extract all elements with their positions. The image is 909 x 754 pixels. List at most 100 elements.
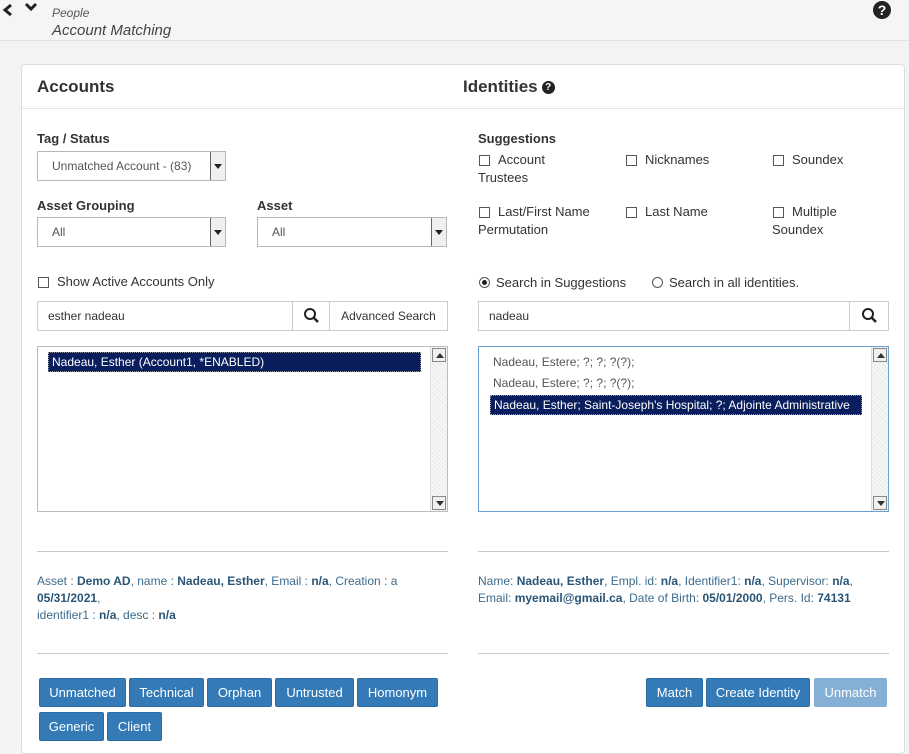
scroll-up-icon[interactable] bbox=[432, 348, 446, 362]
unmatched-button[interactable]: Unmatched bbox=[39, 678, 126, 707]
identities-bottom-divider bbox=[478, 653, 889, 654]
search-in-suggestions-radio[interactable] bbox=[479, 277, 490, 288]
suggestion-label-line: Account bbox=[498, 152, 545, 167]
suggestion-label-line: Multiple bbox=[792, 204, 837, 219]
accounts-scrollbar[interactable] bbox=[430, 347, 447, 511]
identities-heading: Identities? bbox=[463, 77, 555, 97]
detail-value: n/a bbox=[744, 574, 762, 588]
search-all-identities-radio[interactable] bbox=[652, 277, 663, 288]
detail-value: 05/01/2000 bbox=[702, 591, 763, 605]
match-button[interactable]: Match bbox=[646, 678, 703, 707]
identity-details: Name: Nadeau, Esther, Empl. id: n/a, Ide… bbox=[478, 573, 889, 607]
accounts-bottom-divider bbox=[37, 653, 448, 654]
unmatch-button[interactable]: Unmatch bbox=[814, 678, 887, 707]
detail-value: myemail@gmail.ca bbox=[514, 591, 623, 605]
help-icon[interactable]: ? bbox=[873, 1, 891, 19]
suggestion-multiple-soundex-label: Multiple Soundex bbox=[772, 203, 837, 239]
untrusted-button[interactable]: Untrusted bbox=[275, 678, 354, 707]
detail-value: n/a bbox=[660, 574, 679, 588]
page-title: Account Matching bbox=[52, 22, 172, 39]
identities-divider bbox=[478, 551, 889, 552]
detail-key: , Supervisor: bbox=[761, 574, 833, 588]
detail-key: Name: bbox=[478, 574, 517, 588]
asset-grouping-label: Asset Grouping bbox=[37, 198, 135, 213]
suggestions-label: Suggestions bbox=[478, 131, 557, 146]
select-arrow-icon bbox=[210, 218, 225, 246]
detail-key: identifier1 : bbox=[37, 608, 100, 622]
top-bar: People Account Matching ? bbox=[0, 0, 909, 41]
advanced-search-button[interactable]: Advanced Search bbox=[329, 301, 448, 331]
accounts-listbox[interactable]: Nadeau, Esther (Account1, *ENABLED) bbox=[37, 346, 448, 512]
detail-key: , Identifier1: bbox=[678, 574, 745, 588]
suggestion-soundex-label: Soundex bbox=[792, 152, 844, 167]
detail-key: Email: bbox=[478, 591, 515, 605]
detail-value: Nadeau, Esther bbox=[516, 574, 605, 588]
detail-key: , Pers. Id: bbox=[762, 591, 818, 605]
detail-value: 74131 bbox=[817, 591, 851, 605]
orphan-button[interactable]: Orphan bbox=[207, 678, 272, 707]
chevron-down-icon[interactable] bbox=[24, 1, 38, 13]
asset-grouping-value: All bbox=[52, 225, 66, 239]
search-in-suggestions-label: Search in Suggestions bbox=[496, 275, 627, 290]
accounts-heading: Accounts bbox=[37, 77, 115, 96]
generic-button[interactable]: Generic bbox=[39, 712, 104, 741]
identities-help-icon[interactable]: ? bbox=[541, 81, 555, 94]
homonym-button[interactable]: Homonym bbox=[357, 678, 438, 707]
show-active-label: Show Active Accounts Only bbox=[57, 274, 215, 289]
suggestion-soundex-checkbox[interactable] bbox=[773, 155, 784, 166]
breadcrumb[interactable]: People bbox=[52, 6, 89, 20]
create-identity-button[interactable]: Create Identity bbox=[706, 678, 810, 707]
identity-list-item[interactable]: Nadeau, Estere; ?; ?; ?(?); bbox=[490, 353, 637, 371]
search-icon bbox=[304, 308, 319, 323]
account-search-input[interactable]: esther nadeau bbox=[37, 301, 293, 331]
suggestion-label-line: Trustees bbox=[478, 170, 529, 185]
identity-search-input[interactable]: nadeau bbox=[478, 301, 850, 331]
detail-key: , desc : bbox=[116, 608, 159, 622]
asset-select[interactable]: All bbox=[257, 217, 447, 247]
identities-scrollbar[interactable] bbox=[871, 347, 888, 511]
detail-value: Demo AD bbox=[77, 574, 131, 588]
detail-key: Asset : bbox=[37, 574, 78, 588]
account-search-button[interactable] bbox=[292, 301, 330, 331]
scroll-down-icon[interactable] bbox=[432, 496, 446, 510]
identity-search-button[interactable] bbox=[849, 301, 889, 331]
suggestion-nicknames-checkbox[interactable] bbox=[626, 155, 637, 166]
detail-value: n/a bbox=[832, 574, 850, 588]
detail-key: , bbox=[849, 574, 853, 588]
detail-value: Nadeau, Esther bbox=[177, 574, 265, 588]
detail-key: , Empl. id: bbox=[604, 574, 661, 588]
identity-list-item[interactable]: Nadeau, Esther; Saint-Joseph's Hospital;… bbox=[490, 395, 862, 415]
select-arrow-icon bbox=[210, 152, 225, 180]
suggestion-label-line: Soundex bbox=[772, 222, 824, 237]
suggestion-last-name-label: Last Name bbox=[645, 204, 708, 219]
suggestion-label-line: Permutation bbox=[478, 222, 549, 237]
asset-grouping-select[interactable]: All bbox=[37, 217, 226, 247]
tag-status-value: Unmatched Account - (83) bbox=[52, 159, 192, 173]
detail-key: , Creation : a bbox=[328, 574, 398, 588]
asset-value: All bbox=[272, 225, 286, 239]
detail-value: 05/31/2021 bbox=[37, 591, 98, 605]
account-details: Asset : Demo AD, name : Nadeau, Esther, … bbox=[37, 573, 437, 624]
detail-key: , Email : bbox=[264, 574, 312, 588]
accounts-divider bbox=[37, 551, 448, 552]
technical-button[interactable]: Technical bbox=[129, 678, 204, 707]
tag-status-select[interactable]: Unmatched Account - (83) bbox=[37, 151, 226, 181]
client-button[interactable]: Client bbox=[107, 712, 162, 741]
show-active-checkbox[interactable] bbox=[38, 277, 49, 288]
suggestion-account-trustees-label: Account Trustees bbox=[478, 151, 545, 187]
tag-status-label: Tag / Status bbox=[37, 131, 110, 146]
suggestion-nicknames-label: Nicknames bbox=[645, 152, 710, 167]
search-all-identities-label: Search in all identities. bbox=[669, 275, 800, 290]
account-list-item[interactable]: Nadeau, Esther (Account1, *ENABLED) bbox=[48, 352, 421, 372]
asset-label: Asset bbox=[257, 198, 293, 213]
chevron-left-icon[interactable] bbox=[2, 3, 14, 17]
detail-key: , bbox=[97, 591, 101, 605]
search-icon bbox=[862, 308, 877, 323]
identities-listbox[interactable]: Nadeau, Estere; ?; ?; ?(?); Nadeau, Este… bbox=[478, 346, 889, 512]
scroll-up-icon[interactable] bbox=[873, 348, 887, 362]
suggestion-last-name-checkbox[interactable] bbox=[626, 207, 637, 218]
scroll-down-icon[interactable] bbox=[873, 496, 887, 510]
select-arrow-icon bbox=[431, 218, 446, 246]
identity-list-item[interactable]: Nadeau, Estere; ?; ?; ?(?); bbox=[490, 374, 637, 392]
identities-heading-text: Identities bbox=[463, 77, 538, 96]
